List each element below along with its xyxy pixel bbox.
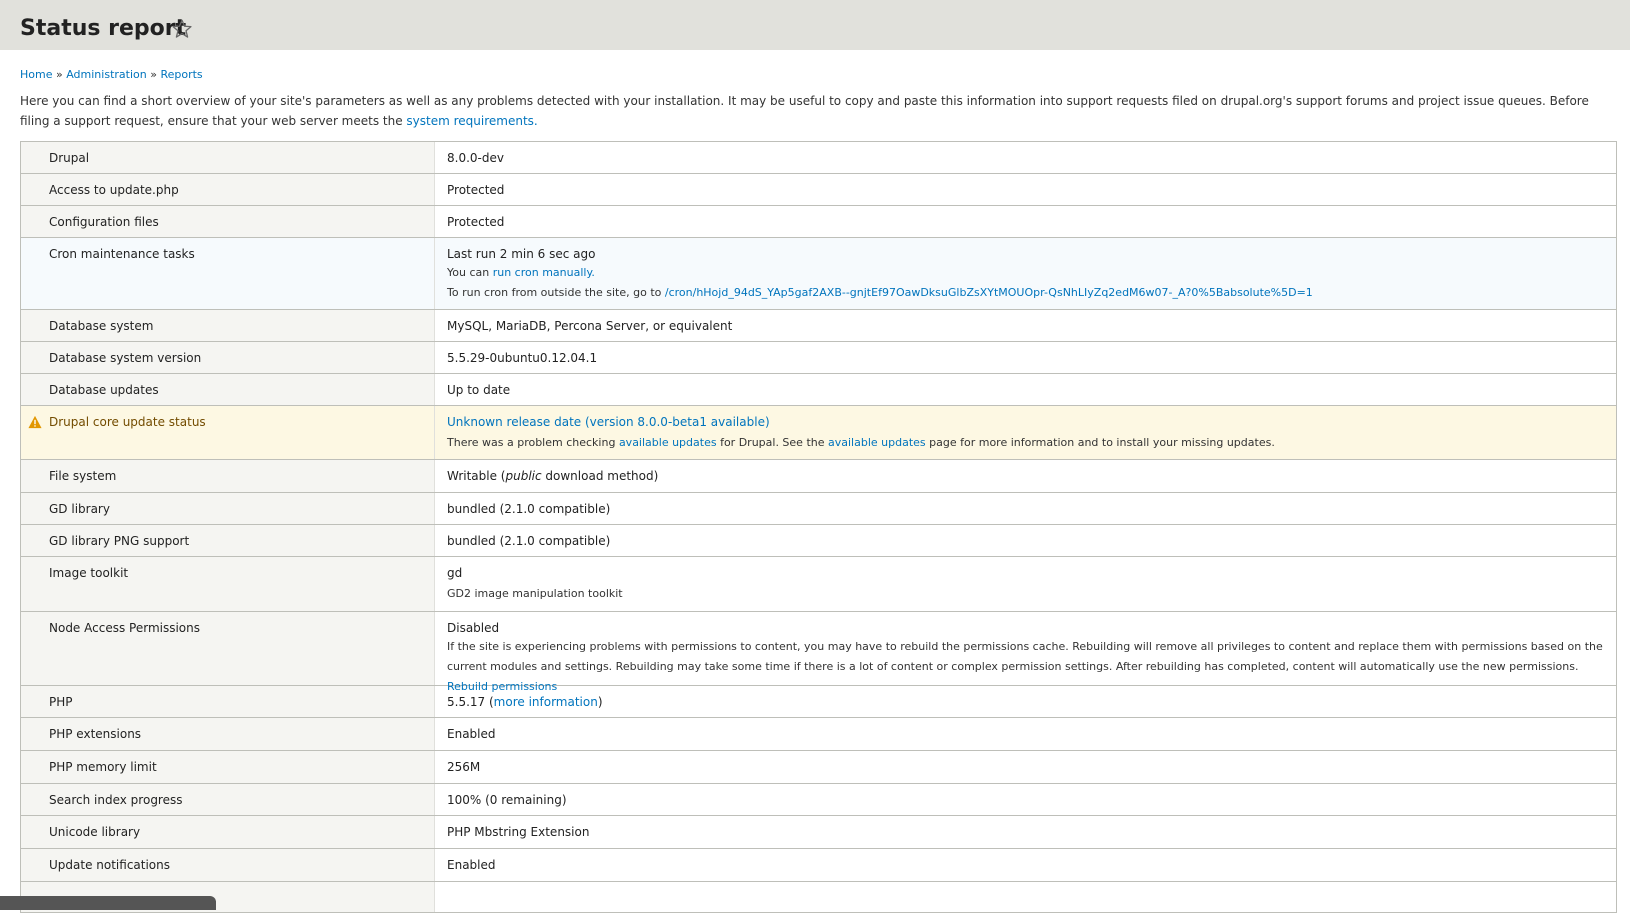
value-text: download method) [541,469,659,483]
row-value: Protected [447,215,505,229]
row-label: Update notifications [21,849,435,881]
desc-text: To run cron from outside the site, go to [447,286,665,299]
breadcrumb-reports[interactable]: Reports [160,68,202,81]
row-label: Access to update.php [21,174,435,205]
row-label: Cron maintenance tasks [21,238,435,309]
row-value: 100% (0 remaining) [447,793,567,807]
row-value: PHP Mbstring Extension [447,825,590,839]
intro-body: Here you can find a short overview of yo… [20,94,1589,128]
row-value [435,882,1616,912]
table-row: File system Writable (public download me… [21,460,1616,493]
row-value: bundled (2.1.0 compatible) [447,502,611,516]
row-value: 256M [447,760,481,774]
breadcrumb-home[interactable]: Home [20,68,52,81]
table-row: Database system MySQL, MariaDB, Percona … [21,310,1616,342]
value-text: 5.5.17 ( [447,695,494,709]
cron-url-link[interactable]: /cron/hHojd_94dS_YAp5gaf2AXB--gnjtEf97Oa… [665,286,1313,299]
row-value: Enabled [447,727,496,741]
node-access-value: Disabled [447,621,500,635]
php-more-information-link[interactable]: more information [494,695,598,709]
row-label: PHP memory limit [21,751,435,783]
breadcrumb-separator: » [55,68,63,81]
row-value: Last run 2 min 6 sec ago You can run cro… [435,238,1616,309]
row-label: Drupal core update status [21,406,435,459]
toolkit-value: gd [447,566,463,580]
row-value: Writable (public download method) [435,460,1616,492]
table-row: Database system version 5.5.29-0ubuntu0.… [21,342,1616,374]
row-value: Protected [447,183,505,197]
row-value: Up to date [447,383,511,397]
row-label: Image toolkit [21,557,435,611]
breadcrumb: Home » Administration » Reports [20,68,203,82]
table-row: Update notifications Enabled [21,849,1616,882]
page-header: Status report [0,0,1630,50]
breadcrumb-administration[interactable]: Administration [66,68,147,81]
row-value: bundled (2.1.0 compatible) [447,534,611,548]
release-info-link[interactable]: Unknown release date (version 8.0.0-beta… [447,415,770,429]
intro-text: Here you can find a short overview of yo… [20,91,1610,131]
warning-icon [28,415,42,429]
row-label: PHP extensions [21,718,435,750]
row-label: Drupal [21,142,435,173]
row-label: GD library [21,493,435,524]
value-text: ) [597,695,603,709]
row-value: 5.5.29-0ubuntu0.12.04.1 [447,351,598,365]
table-row-cron: Cron maintenance tasks Last run 2 min 6 … [21,238,1616,310]
row-value: Disabled If the site is experiencing pro… [435,612,1616,693]
available-updates-link[interactable]: available updates [828,436,926,449]
row-label: PHP [21,686,435,717]
table-row: GD library PNG support bundled (2.1.0 co… [21,525,1616,557]
desc-text: There was a problem checking [447,436,619,449]
system-requirements-link[interactable]: system requirements. [406,114,537,128]
table-row: Drupal 8.0.0-dev [21,142,1616,174]
cron-url-desc: To run cron from outside the site, go to… [447,283,1606,302]
row-label-text: Drupal core update status [49,415,206,429]
table-row: Node Access Permissions Disabled If the … [21,612,1616,693]
row-value: Unknown release date (version 8.0.0-beta… [435,406,1616,459]
bottom-status-tab [0,896,216,910]
page-title: Status report [20,16,187,41]
row-value: MySQL, MariaDB, Percona Server, or equiv… [447,319,733,333]
cron-last-run: Last run 2 min 6 sec ago [447,247,596,261]
desc-text: You can [447,266,493,279]
table-row: PHP 5.5.17 (more information) [21,686,1616,718]
row-label: Unicode library [21,816,435,848]
row-value: gd GD2 image manipulation toolkit [435,557,1616,611]
value-emphasis: public [505,469,542,483]
table-row: Image toolkit gd GD2 image manipulation … [21,557,1616,612]
row-label: Database updates [21,374,435,405]
row-value: 8.0.0-dev [447,151,504,165]
run-cron-link[interactable]: run cron manually. [493,266,595,279]
table-row: Access to update.php Protected [21,174,1616,206]
cron-manual-desc: You can run cron manually. [447,263,1606,283]
table-row: GD library bundled (2.1.0 compatible) [21,493,1616,525]
row-label: File system [21,460,435,492]
desc-text: If the site is experiencing problems wit… [447,640,1603,673]
desc-text: for Drupal. See the [716,436,828,449]
desc-text: page for more information and to install… [925,436,1275,449]
row-label: Database system [21,310,435,341]
value-text: Writable ( [447,469,506,483]
row-label: GD library PNG support [21,525,435,556]
status-report-table: Drupal 8.0.0-dev Access to update.php Pr… [20,141,1617,913]
toolkit-desc: GD2 image manipulation toolkit [447,587,623,600]
table-row: Database updates Up to date [21,374,1616,406]
row-value: Enabled [447,858,496,872]
row-label: Configuration files [21,206,435,237]
table-row: PHP extensions Enabled [21,718,1616,751]
table-row-core-update: Drupal core update status Unknown releas… [21,406,1616,460]
row-label: Database system version [21,342,435,373]
table-row: Unicode library PHP Mbstring Extension [21,816,1616,849]
update-problem-desc: There was a problem checking available u… [447,431,1606,455]
table-row: Search index progress 100% (0 remaining) [21,784,1616,816]
available-updates-link[interactable]: available updates [619,436,717,449]
star-icon[interactable] [171,18,193,40]
row-value: 5.5.17 (more information) [435,686,1616,717]
row-label: Node Access Permissions [21,612,435,685]
row-label: Search index progress [21,784,435,815]
table-row: PHP memory limit 256M [21,751,1616,784]
table-row: Configuration files Protected [21,206,1616,238]
breadcrumb-separator: » [150,68,157,81]
table-row [21,882,1616,912]
